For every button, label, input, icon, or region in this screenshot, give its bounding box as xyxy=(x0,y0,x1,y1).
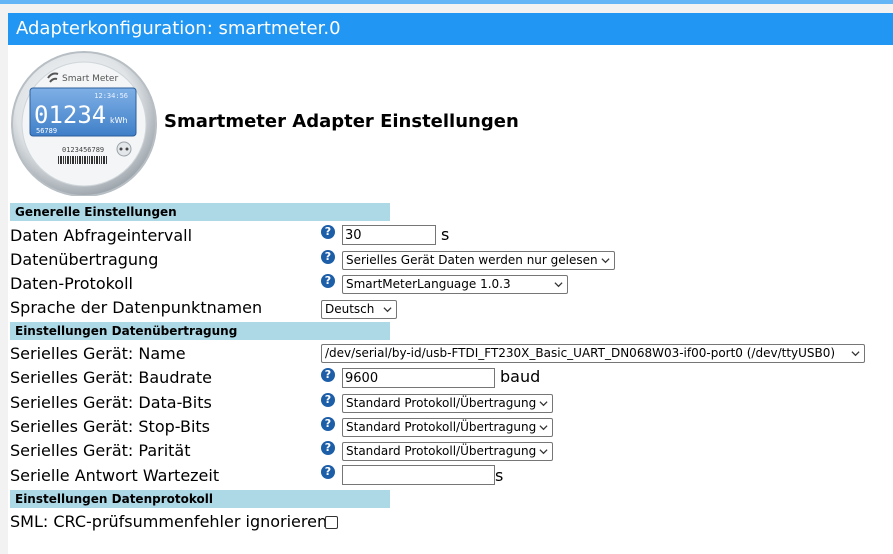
baudrate-label: Serielles Gerät: Baudrate xyxy=(10,368,212,387)
protocol-label: Daten-Protokoll xyxy=(10,274,133,293)
section-protocol: Einstellungen Datenprotokoll xyxy=(10,490,390,508)
logo-unit: kWh xyxy=(110,116,128,125)
response-wait-unit: s xyxy=(495,466,504,485)
interval-input[interactable] xyxy=(342,225,436,245)
stopbits-help-icon[interactable]: ? xyxy=(321,417,335,431)
smartmeter-logo-graphic: Smart Meter 12:34:56 01234 kWh 56789 012… xyxy=(11,51,157,197)
serial-name-select[interactable]: /dev/serial/by-id/usb-FTDI_FT230X_Basic_… xyxy=(321,344,865,363)
language-label: Sprache der Datenpunktnamen xyxy=(10,298,263,317)
databits-label: Serielles Gerät: Data-Bits xyxy=(10,393,212,412)
baudrate-input[interactable] xyxy=(342,368,495,388)
section-transfer: Einstellungen Datenübertragung xyxy=(10,322,390,340)
adapter-config-window: Adapterkonfiguration: smartmeter.0 Smart… xyxy=(0,0,893,554)
chevron-down-icon xyxy=(539,401,548,407)
smartmeter-logo: Smart Meter 12:34:56 01234 kWh 56789 012… xyxy=(10,48,160,197)
transmission-select-value: Serielles Gerät Daten werden nur gelesen xyxy=(346,253,598,267)
stopbits-label: Serielles Gerät: Stop-Bits xyxy=(10,417,211,436)
transmission-help-icon[interactable]: ? xyxy=(321,250,335,264)
databits-help-icon[interactable]: ? xyxy=(321,393,335,407)
window-title: Adapterkonfiguration: smartmeter.0 xyxy=(8,13,893,45)
response-wait-label: Serielle Antwort Wartezeit xyxy=(10,466,220,485)
chevron-down-icon xyxy=(383,307,392,313)
chevron-down-icon xyxy=(539,449,548,455)
page-heading: Smartmeter Adapter Einstellungen xyxy=(164,111,519,132)
protocol-select-value: SmartMeterLanguage 1.0.3 xyxy=(346,277,511,291)
serial-name-label: Serielles Gerät: Name xyxy=(10,344,186,363)
section-general: Generelle Einstellungen xyxy=(10,203,390,221)
logo-time: 12:34:56 xyxy=(94,92,128,100)
stopbits-select[interactable]: Standard Protokoll/Übertragung xyxy=(342,418,553,437)
response-wait-help-icon[interactable]: ? xyxy=(321,465,335,479)
transmission-select[interactable]: Serielles Gerät Daten werden nur gelesen xyxy=(342,251,615,270)
parity-select-value: Standard Protokoll/Übertragung xyxy=(346,444,537,458)
baudrate-help-icon[interactable]: ? xyxy=(321,368,335,382)
logo-sub-reading: 56789 xyxy=(36,127,57,135)
logo-brand: Smart Meter xyxy=(62,74,118,84)
protocol-help-icon[interactable]: ? xyxy=(321,274,335,288)
interval-unit: s xyxy=(441,225,450,244)
baudrate-unit: baud xyxy=(500,367,541,386)
chevron-down-icon xyxy=(601,258,610,264)
stopbits-select-value: Standard Protokoll/Übertragung xyxy=(346,420,537,434)
chevron-down-icon xyxy=(539,425,548,431)
interval-label: Daten Abfrageintervall xyxy=(10,226,193,245)
response-wait-input[interactable] xyxy=(342,465,495,485)
language-select-value: Deutsch xyxy=(325,302,375,316)
serial-name-select-value: /dev/serial/by-id/usb-FTDI_FT230X_Basic_… xyxy=(325,346,836,360)
databits-select[interactable]: Standard Protokoll/Übertragung xyxy=(342,394,553,413)
chevron-down-icon xyxy=(851,351,860,357)
crc-ignore-label: SML: CRC-prüfsummenfehler ignorieren xyxy=(10,512,328,531)
logo-reading: 01234 xyxy=(34,101,106,129)
crc-ignore-checkbox[interactable] xyxy=(325,516,338,529)
databits-select-value: Standard Protokoll/Übertragung xyxy=(346,396,537,410)
parity-help-icon[interactable]: ? xyxy=(321,441,335,455)
chevron-down-icon xyxy=(554,282,563,288)
parity-select[interactable]: Standard Protokoll/Übertragung xyxy=(342,442,553,461)
protocol-select[interactable]: SmartMeterLanguage 1.0.3 xyxy=(342,275,568,294)
language-select[interactable]: Deutsch xyxy=(321,300,397,319)
transmission-label: Datenübertragung xyxy=(10,250,159,269)
logo-serial: 0123456789 xyxy=(62,146,104,154)
config-panel: Smart Meter 12:34:56 01234 kWh 56789 012… xyxy=(8,45,893,554)
interval-help-icon[interactable]: ? xyxy=(321,225,335,239)
parity-label: Serielles Gerät: Parität xyxy=(10,441,191,460)
top-accent-strip xyxy=(0,0,893,4)
